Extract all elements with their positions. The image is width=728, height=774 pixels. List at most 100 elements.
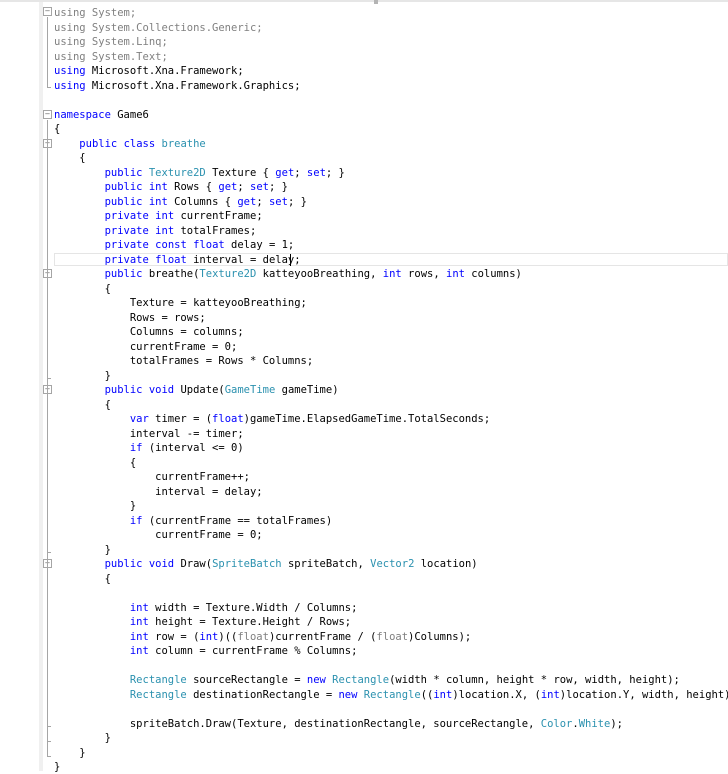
- code-token: int: [540, 688, 560, 701]
- code-line[interactable]: interval = delay;: [54, 485, 262, 499]
- code-token: float: [155, 253, 187, 266]
- code-token: int: [433, 688, 453, 701]
- code-token: }: [54, 732, 111, 744]
- code-line[interactable]: Rectangle destinationRectangle = new Rec…: [54, 688, 728, 702]
- code-token: private: [104, 224, 149, 237]
- code-line[interactable]: public breathe(Texture2D katteyooBreathi…: [54, 267, 522, 281]
- code-token: Columns = columns;: [54, 326, 244, 338]
- code-line[interactable]: {: [54, 282, 111, 296]
- code-token: Columns {: [167, 195, 238, 208]
- code-token: spriteBatch.Draw(Texture, destinationRec…: [54, 717, 541, 730]
- code-token: get: [218, 181, 238, 193]
- code-line[interactable]: Rectangle sourceRectangle = new Rectangl…: [54, 673, 680, 687]
- code-line[interactable]: if (interval <= 0): [54, 441, 244, 455]
- code-line[interactable]: public Texture2D Texture { get; set; }: [54, 166, 345, 180]
- code-token: public: [104, 166, 143, 179]
- code-token: if: [129, 442, 143, 454]
- code-token: public: [104, 195, 143, 208]
- code-line[interactable]: using System.Collections.Generic;: [54, 21, 263, 35]
- code-line[interactable]: var timer = (float)gameTime.ElapsedGameT…: [54, 412, 490, 426]
- code-line[interactable]: {: [54, 151, 86, 165]
- code-token: width = Texture.Width / Columns;: [148, 601, 358, 614]
- code-line[interactable]: currentFrame = 0;: [54, 528, 262, 542]
- code-line[interactable]: private float interval = delay;: [54, 253, 301, 267]
- code-line[interactable]: using System.Text;: [54, 50, 168, 64]
- fold-toggle-icon[interactable]: −: [43, 110, 52, 119]
- code-token: {: [54, 152, 86, 164]
- code-line[interactable]: Texture = katteyooBreathing;: [54, 296, 307, 310]
- code-token: int: [199, 630, 219, 643]
- code-token: sourceRectangle =: [186, 674, 307, 686]
- outline-guide-end: [47, 552, 51, 553]
- code-token: public: [104, 558, 143, 570]
- code-token: float: [212, 413, 244, 425]
- code-line[interactable]: }: [54, 543, 111, 557]
- code-line[interactable]: private const float delay = 1;: [54, 238, 295, 252]
- code-line[interactable]: }: [54, 746, 85, 760]
- code-token: float: [237, 630, 269, 643]
- code-line[interactable]: int width = Texture.Width / Columns;: [54, 601, 358, 615]
- code-line[interactable]: }: [54, 760, 60, 774]
- code-line[interactable]: public int Rows { get; set; }: [54, 180, 288, 194]
- code-line[interactable]: using Microsoft.Xna.Framework;: [54, 64, 244, 78]
- code-token: public: [104, 268, 143, 280]
- fold-toggle-icon[interactable]: −: [43, 7, 52, 16]
- code-line[interactable]: }: [54, 499, 136, 513]
- code-line[interactable]: namespace Game6: [54, 108, 149, 122]
- code-token: Rows {: [167, 181, 219, 193]
- code-line[interactable]: {: [54, 122, 60, 136]
- code-token: Game6: [110, 108, 149, 121]
- code-token: using System.Text;: [54, 50, 168, 63]
- code-line[interactable]: }: [54, 731, 111, 745]
- code-token: breathe(: [142, 268, 200, 280]
- code-token: new: [306, 674, 326, 686]
- code-line[interactable]: int height = Texture.Height / Rows;: [54, 615, 351, 629]
- code-token: columns): [464, 268, 522, 280]
- code-token: int: [129, 601, 149, 614]
- code-line[interactable]: private int totalFrames;: [54, 224, 257, 238]
- outline-guide-end: [47, 741, 51, 742]
- code-line[interactable]: {: [54, 572, 111, 586]
- code-line[interactable]: {: [54, 456, 136, 470]
- code-token: )Columns);: [408, 630, 472, 643]
- code-line[interactable]: currentFrame = 0;: [54, 340, 237, 354]
- code-line[interactable]: {: [54, 398, 111, 412]
- code-line[interactable]: }: [54, 369, 111, 383]
- code-token: (interval <= 0): [142, 442, 244, 454]
- code-token: location): [414, 558, 478, 570]
- code-token: int: [129, 630, 149, 643]
- code-token: ; }: [325, 166, 345, 179]
- code-token: Rectangle: [363, 688, 421, 701]
- code-line[interactable]: public void Draw(SpriteBatch spriteBatch…: [54, 557, 478, 571]
- code-line[interactable]: public int Columns { get; set; }: [54, 195, 307, 209]
- code-line[interactable]: using System.Linq;: [54, 35, 168, 49]
- code-line[interactable]: Columns = columns;: [54, 325, 244, 339]
- code-line[interactable]: Rows = rows;: [54, 311, 206, 325]
- code-line[interactable]: int column = currentFrame % Columns;: [54, 644, 358, 658]
- code-token: public: [104, 384, 143, 396]
- code-token: gameTime): [275, 384, 339, 396]
- code-line[interactable]: if (currentFrame == totalFrames): [54, 514, 332, 528]
- code-token: spriteBatch,: [281, 558, 371, 570]
- code-token: (width * column, height * row, width, he…: [389, 674, 680, 686]
- code-editor[interactable]: − − − − − − using System;using System.Co…: [0, 0, 728, 774]
- code-line[interactable]: totalFrames = Rows * Columns;: [54, 354, 313, 368]
- code-line[interactable]: public class breathe: [54, 137, 205, 151]
- code-token: column = currentFrame % Columns;: [148, 645, 358, 657]
- code-token: ;: [237, 181, 251, 193]
- code-line[interactable]: spriteBatch.Draw(Texture, destinationRec…: [54, 717, 623, 731]
- code-line[interactable]: using Microsoft.Xna.Framework.Graphics;: [54, 79, 301, 93]
- code-line[interactable]: public void Update(GameTime gameTime): [54, 383, 339, 397]
- code-line[interactable]: interval -= timer;: [54, 427, 244, 441]
- code-line[interactable]: private int currentFrame;: [54, 209, 263, 223]
- code-line[interactable]: using System;: [54, 6, 136, 20]
- code-token: )((: [218, 630, 238, 643]
- code-token: get: [275, 166, 295, 179]
- code-line[interactable]: currentFrame++;: [54, 470, 250, 484]
- code-line[interactable]: int row = (int)((float)currentFrame / (f…: [54, 630, 471, 644]
